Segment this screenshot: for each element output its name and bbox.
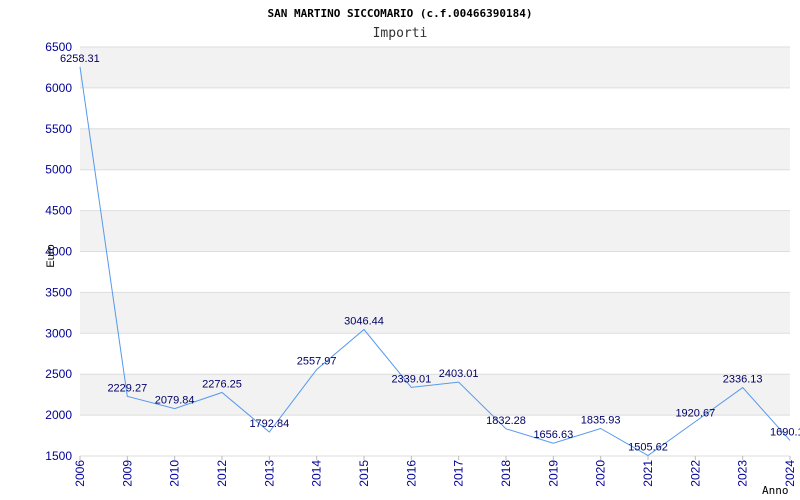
data-label: 1792.84 <box>249 418 289 430</box>
grid-band <box>80 333 790 375</box>
y-tick-label: 6000 <box>45 81 72 95</box>
x-tick-label: 2019 <box>546 460 560 487</box>
data-label: 2339.01 <box>391 373 431 385</box>
data-label: 2079.84 <box>155 395 195 407</box>
x-tick-label: 2006 <box>73 460 87 487</box>
data-label: 2557.97 <box>297 355 337 367</box>
x-tick-label: 2016 <box>404 460 418 487</box>
x-tick-label: 2024 <box>783 460 797 487</box>
x-tick-label: 2020 <box>594 460 608 487</box>
x-tick-label: 2014 <box>310 460 324 487</box>
x-tick-label: 2022 <box>688 460 702 487</box>
x-tick-label: 2015 <box>357 460 371 487</box>
data-label: 1505.62 <box>628 442 668 454</box>
data-label: 1832.28 <box>486 415 526 427</box>
x-tick-label: 2012 <box>215 460 229 487</box>
line-chart: SAN MARTINO SICCOMARIO (c.f.00466390184)… <box>45 7 800 497</box>
grid-band <box>80 128 790 170</box>
grid-band <box>80 210 790 252</box>
x-axis-label: Anno <box>762 484 789 497</box>
data-label: 2276.25 <box>202 379 242 391</box>
data-label: 2336.13 <box>723 374 763 386</box>
x-tick-label: 2010 <box>168 460 182 487</box>
y-axis-label: Euro <box>45 244 57 267</box>
x-axis-ticks: 2006 2009 2010 2012 2013 2014 2015 2016 2017 2018… <box>73 456 797 487</box>
y-tick-label: 5000 <box>45 163 72 177</box>
data-label: 1835.93 <box>581 415 621 427</box>
y-tick-label: 5500 <box>45 122 72 136</box>
grid-band <box>80 251 790 293</box>
chart-subtitle: Importi <box>373 26 428 41</box>
y-tick-label: 3000 <box>45 326 72 340</box>
grid-band <box>80 47 790 88</box>
y-tick-label: 2000 <box>45 408 72 422</box>
x-tick-label: 2017 <box>452 460 466 487</box>
x-tick-label: 2018 <box>499 460 513 487</box>
x-tick-label: 2013 <box>262 460 276 487</box>
y-tick-label: 2500 <box>45 367 72 381</box>
data-label: 1690.1 <box>770 426 800 438</box>
data-label: 1656.63 <box>533 429 573 441</box>
x-tick-label: 2009 <box>120 460 134 487</box>
grid-band <box>80 169 790 211</box>
grid-band <box>80 292 790 334</box>
y-tick-label: 1500 <box>45 449 72 463</box>
grid-band <box>80 87 790 129</box>
data-label: 3046.44 <box>344 316 384 328</box>
y-tick-label: 3500 <box>45 285 72 299</box>
x-tick-label: 2023 <box>736 460 750 487</box>
chart-title: SAN MARTINO SICCOMARIO (c.f.00466390184) <box>268 7 533 20</box>
y-tick-label: 4500 <box>45 204 72 218</box>
grid-band <box>80 415 790 456</box>
data-label: 1920.67 <box>675 408 715 420</box>
data-label: 6258.31 <box>60 53 100 65</box>
data-label: 2403.01 <box>439 368 479 380</box>
x-tick-label: 2021 <box>641 460 655 487</box>
data-label: 2229.27 <box>107 382 147 394</box>
